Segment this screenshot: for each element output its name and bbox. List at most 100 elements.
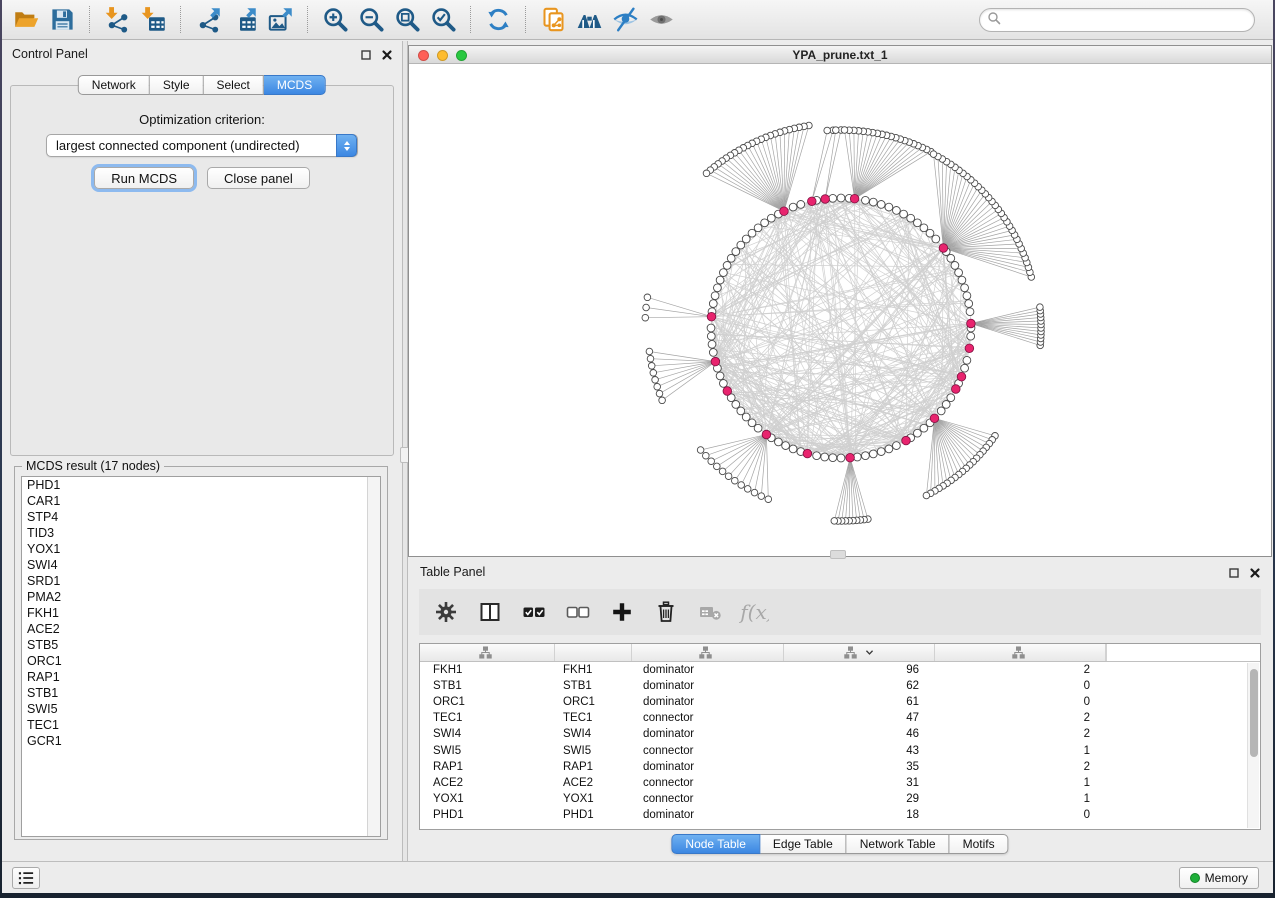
table-row[interactable]: YOX1YOX1connector291 <box>420 791 1260 807</box>
tab-node-table[interactable]: Node Table <box>671 834 760 854</box>
graph-leaf-node[interactable] <box>751 489 758 496</box>
table-cell[interactable]: 0 <box>935 809 1106 821</box>
graph-leaf-node[interactable] <box>831 518 838 525</box>
table-cell[interactable]: ACE2 <box>555 777 632 789</box>
graph-node[interactable] <box>965 300 973 308</box>
export-image-icon[interactable] <box>264 4 296 36</box>
close-panel-button[interactable]: Close panel <box>207 167 310 189</box>
table-cell[interactable]: FKH1 <box>420 664 555 676</box>
select-all-icon[interactable] <box>519 597 549 627</box>
graph-node[interactable] <box>737 241 745 249</box>
table-cell[interactable]: ORC1 <box>555 696 632 708</box>
graph-node[interactable] <box>837 194 845 202</box>
deselect-all-icon[interactable] <box>563 597 593 627</box>
memory-button[interactable]: Memory <box>1179 867 1259 889</box>
float-panel-icon[interactable] <box>359 48 373 62</box>
graph-node[interactable] <box>961 284 969 292</box>
graph-node[interactable] <box>942 401 950 409</box>
graph-node[interactable] <box>708 340 716 348</box>
graph-node[interactable] <box>714 284 722 292</box>
table-cell[interactable]: 1 <box>935 793 1106 805</box>
graph-hub-node[interactable] <box>952 385 961 394</box>
tab-style[interactable]: Style <box>150 75 204 95</box>
graph-leaf-node[interactable] <box>703 452 710 459</box>
graph-node[interactable] <box>837 454 845 462</box>
graph-hub-node[interactable] <box>780 207 789 216</box>
graph-node[interactable] <box>900 210 908 218</box>
mcds-result-item[interactable]: STB1 <box>22 685 380 701</box>
tab-select[interactable]: Select <box>204 75 264 95</box>
graph-leaf-node[interactable] <box>697 447 704 454</box>
mcds-result-item[interactable]: PMA2 <box>22 589 380 605</box>
table-cell[interactable]: 1 <box>935 745 1106 757</box>
graph-node[interactable] <box>775 438 783 446</box>
close-table-panel-icon[interactable] <box>1248 566 1262 580</box>
graph-node[interactable] <box>947 394 955 402</box>
table-cell[interactable]: SWI4 <box>420 728 555 740</box>
table-cell[interactable]: 96 <box>784 664 935 676</box>
mcds-result-item[interactable]: SRD1 <box>22 573 380 589</box>
horizontal-splitter-grip[interactable] <box>830 550 846 559</box>
columns-icon[interactable] <box>475 597 505 627</box>
table-cell[interactable]: FKH1 <box>555 664 632 676</box>
apply-layout-icon[interactable] <box>482 4 514 36</box>
graph-node[interactable] <box>716 372 724 380</box>
graph-node[interactable] <box>877 448 885 456</box>
zoom-selected-icon[interactable] <box>427 4 459 36</box>
add-icon[interactable] <box>607 597 637 627</box>
delete-icon[interactable] <box>651 597 681 627</box>
table-cell[interactable]: TEC1 <box>555 712 632 724</box>
graph-hub-node[interactable] <box>723 387 732 396</box>
graph-leaf-node[interactable] <box>1037 304 1044 311</box>
table-cell[interactable]: TEC1 <box>420 712 555 724</box>
table-cell[interactable]: YOX1 <box>420 793 555 805</box>
graph-hub-node[interactable] <box>967 319 976 328</box>
mcds-result-list[interactable]: PHD1CAR1STP4TID3YOX1SWI4SRD1PMA2FKH1ACE2… <box>21 476 381 837</box>
graph-leaf-node[interactable] <box>648 363 655 370</box>
table-row[interactable]: SWI4SWI4dominator462 <box>420 726 1260 742</box>
graph-node[interactable] <box>789 445 797 453</box>
graph-node[interactable] <box>893 207 901 215</box>
table-scrollbar[interactable] <box>1247 663 1259 828</box>
graph-node[interactable] <box>907 214 915 222</box>
mcds-result-item[interactable]: TEC1 <box>22 717 380 733</box>
column-header-name[interactable] <box>555 644 632 661</box>
graph-hub-node[interactable] <box>846 453 855 462</box>
column-header-shared-name[interactable] <box>420 644 555 661</box>
table-cell[interactable]: SWI4 <box>555 728 632 740</box>
graph-node[interactable] <box>711 292 719 300</box>
run-mcds-button[interactable]: Run MCDS <box>94 167 194 189</box>
tab-mcds[interactable]: MCDS <box>264 75 326 95</box>
graph-node[interactable] <box>862 196 870 204</box>
graph-hub-node[interactable] <box>850 194 859 203</box>
import-network-icon[interactable] <box>101 4 133 36</box>
table-cell[interactable]: dominator <box>632 680 784 692</box>
table-cell[interactable]: connector <box>632 712 784 724</box>
graph-node[interactable] <box>829 194 837 202</box>
graph-leaf-node[interactable] <box>644 294 651 301</box>
graph-leaf-node[interactable] <box>703 170 710 177</box>
task-history-button[interactable] <box>12 867 40 889</box>
graph-node[interactable] <box>961 364 969 372</box>
graph-leaf-node[interactable] <box>833 127 840 134</box>
table-cell[interactable]: YOX1 <box>555 793 632 805</box>
mcds-result-item[interactable]: FKH1 <box>22 605 380 621</box>
graph-leaf-node[interactable] <box>647 355 654 362</box>
float-table-panel-icon[interactable] <box>1227 566 1241 580</box>
import-table-icon[interactable] <box>137 4 169 36</box>
graph-hub-node[interactable] <box>821 195 830 204</box>
mcds-result-item[interactable]: STB5 <box>22 637 380 653</box>
mcds-result-item[interactable]: TID3 <box>22 525 380 541</box>
graph-leaf-node[interactable] <box>725 473 732 480</box>
table-cell[interactable]: PHD1 <box>555 809 632 821</box>
graph-node[interactable] <box>709 300 717 308</box>
graph-hub-node[interactable] <box>939 244 948 253</box>
table-cell[interactable]: connector <box>632 777 784 789</box>
zoom-out-icon[interactable] <box>355 4 387 36</box>
table-row[interactable]: FKH1FKH1dominator962 <box>420 662 1260 678</box>
mcds-result-item[interactable]: STP4 <box>22 509 380 525</box>
graph-leaf-node[interactable] <box>758 493 765 500</box>
graph-node[interactable] <box>885 445 893 453</box>
graph-node[interactable] <box>947 254 955 262</box>
table-row[interactable]: SWI5SWI5connector431 <box>420 742 1260 758</box>
